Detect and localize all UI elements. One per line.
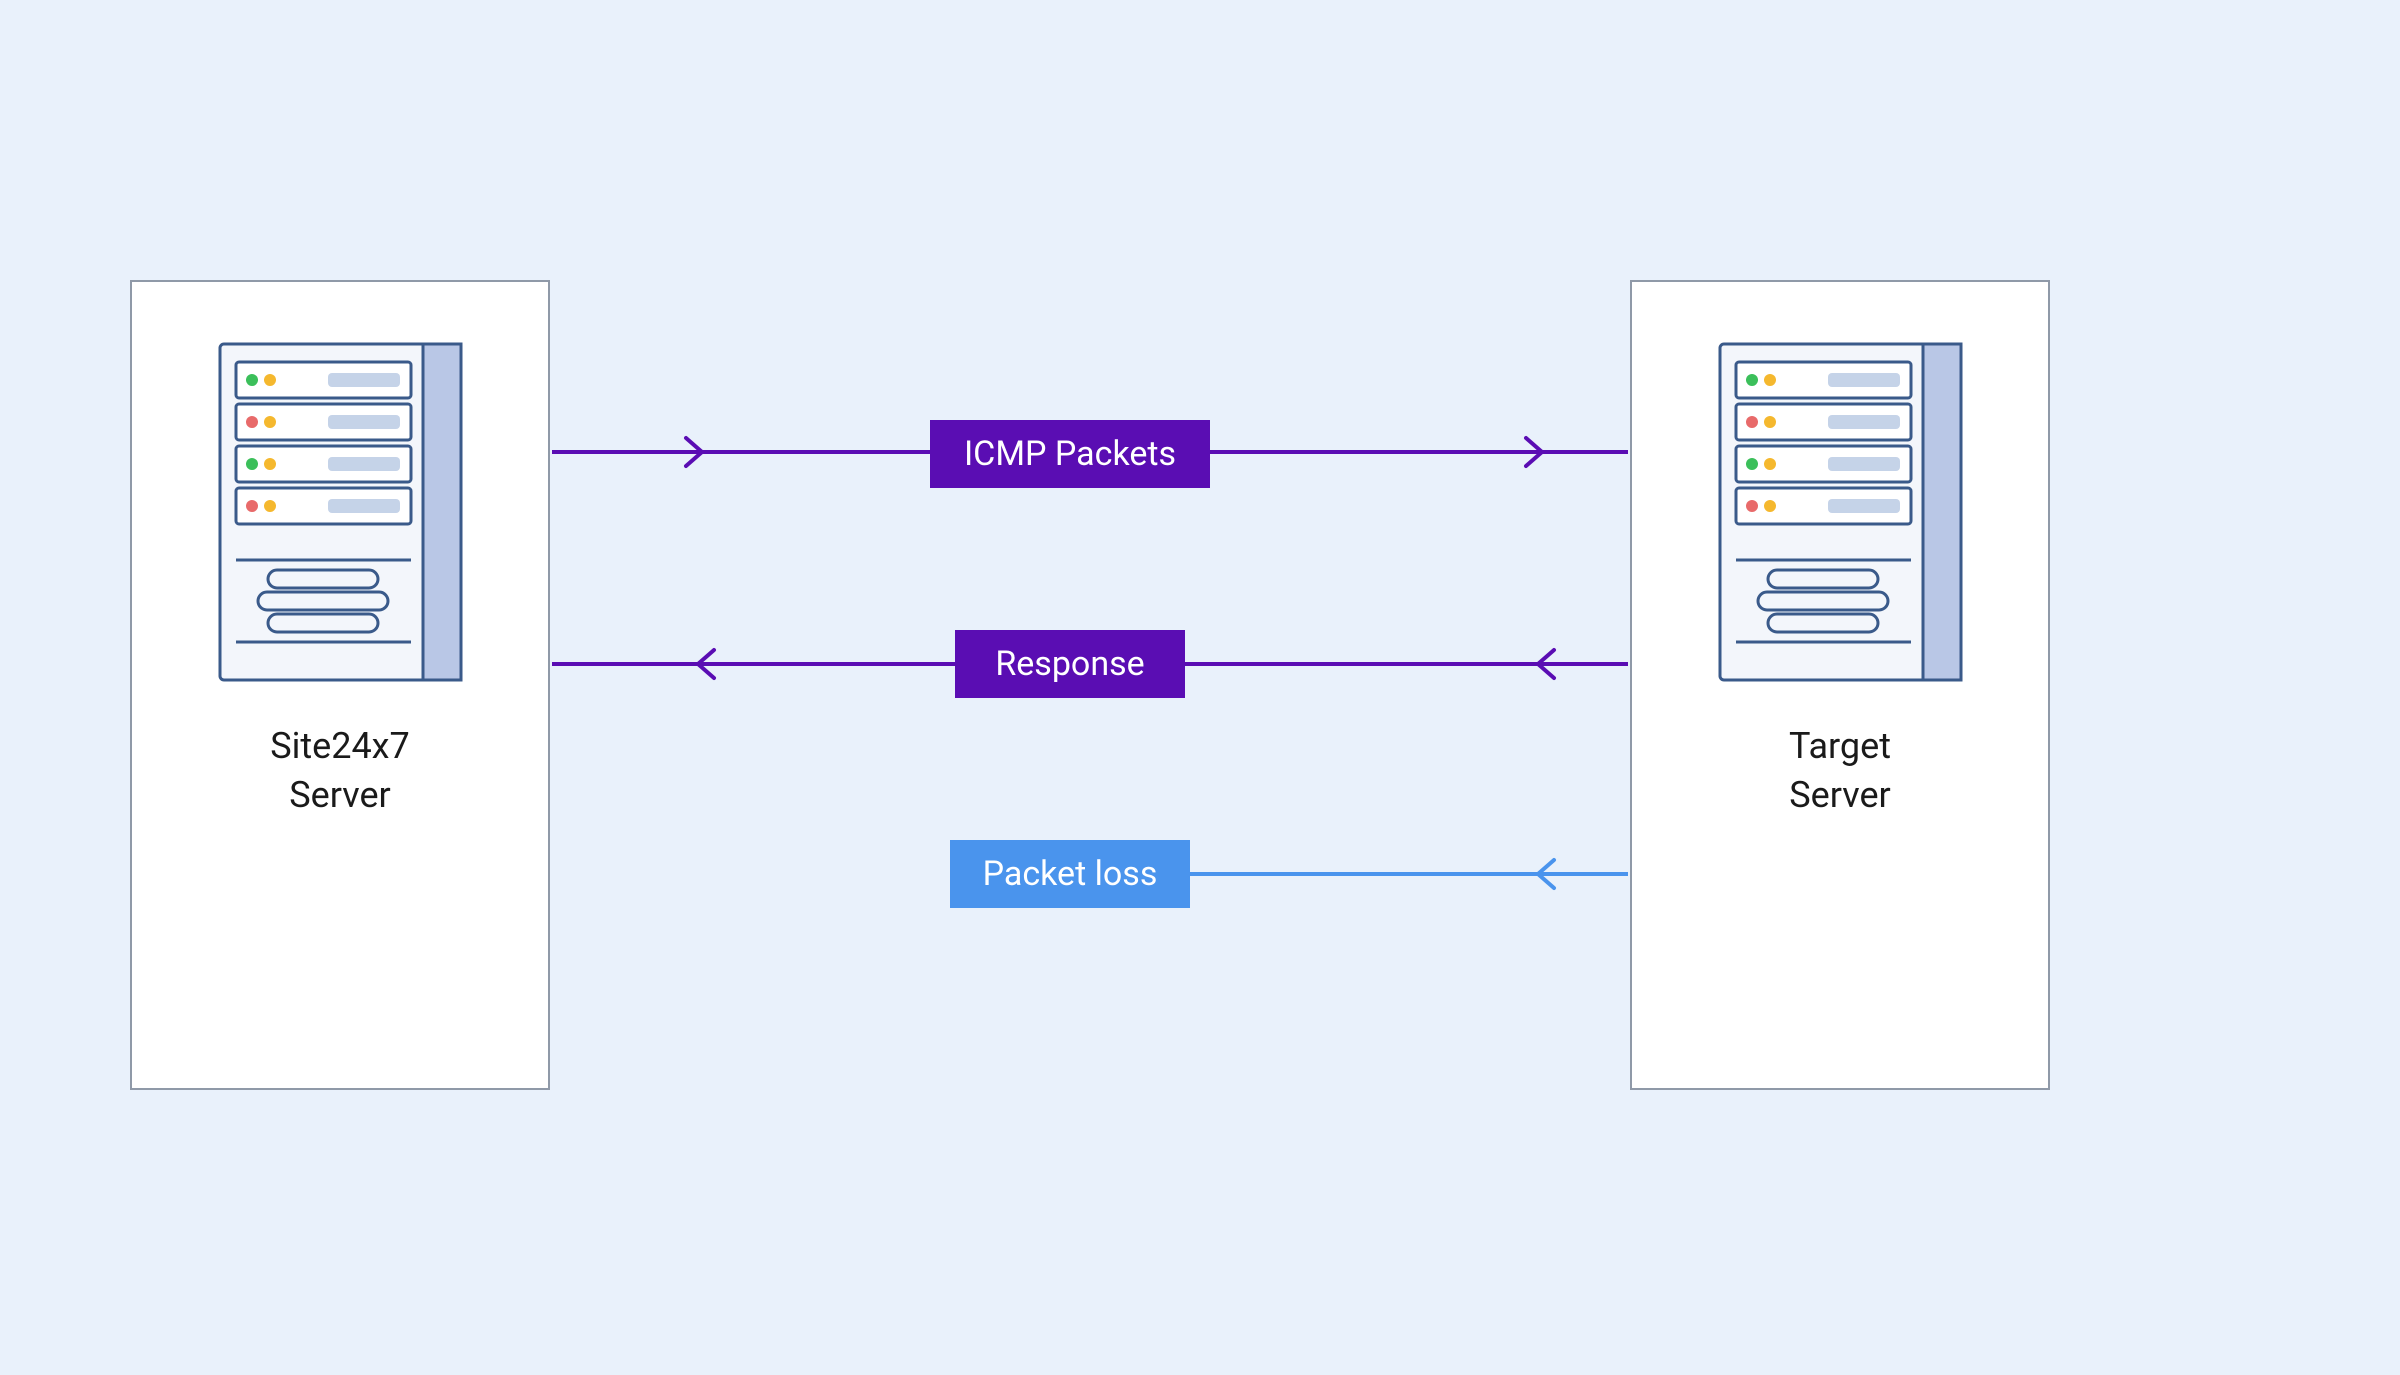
flow-label-packet-loss: Packet loss [950, 840, 1190, 908]
diagram-canvas: ICMP Packets Response Packet loss [0, 0, 2400, 1375]
node-label-right: Target Server [1789, 722, 1891, 819]
node-site24x7-server: Site24x7 Server [130, 280, 550, 1090]
node-label-left-line2: Server [289, 774, 390, 816]
node-label-right-line1: Target [1789, 725, 1891, 767]
flow-label-response: Response [955, 630, 1185, 698]
node-target-server: Target Server [1630, 280, 2050, 1090]
server-icon [1718, 342, 1963, 682]
flow-label-icmp: ICMP Packets [930, 420, 1210, 488]
node-label-left: Site24x7 Server [270, 722, 410, 819]
node-label-left-line1: Site24x7 [270, 725, 410, 767]
server-icon [218, 342, 463, 682]
node-label-right-line2: Server [1789, 774, 1890, 816]
